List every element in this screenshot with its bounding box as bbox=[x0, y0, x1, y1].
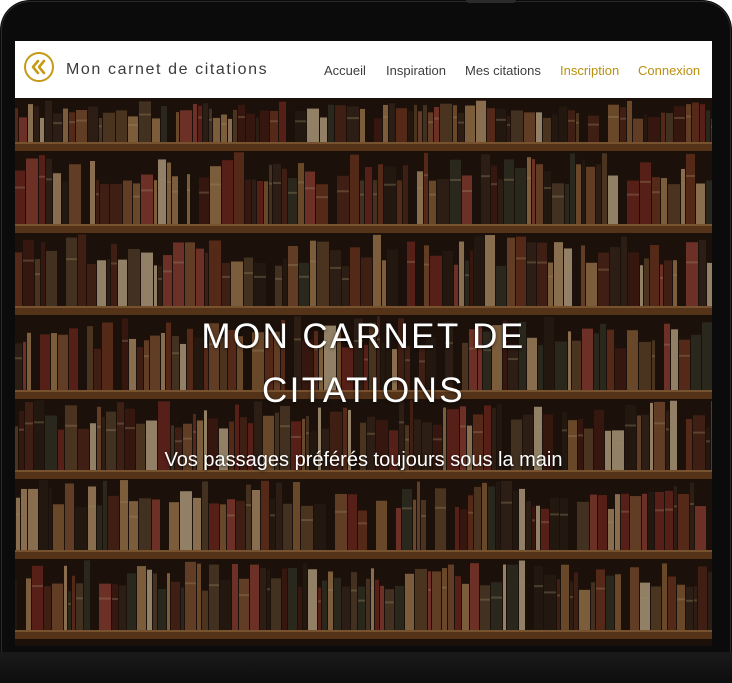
navbar: Mon carnet de citations Accueil Inspirat… bbox=[15, 41, 712, 98]
nav-link-mes-citations[interactable]: Mes citations bbox=[465, 63, 541, 78]
nav-link-accueil[interactable]: Accueil bbox=[324, 63, 366, 78]
double-chevron-left-icon bbox=[31, 59, 46, 75]
hero-title: MON CARNET DE CITATIONS bbox=[15, 310, 712, 418]
logo[interactable] bbox=[24, 52, 54, 82]
laptop-base bbox=[0, 652, 732, 683]
nav-link-inspiration[interactable]: Inspiration bbox=[386, 63, 446, 78]
hero-title-line1: MON CARNET DE bbox=[201, 317, 526, 356]
nav-link-connexion[interactable]: Connexion bbox=[638, 63, 700, 78]
nav-link-inscription[interactable]: Inscription bbox=[560, 63, 619, 78]
hero-subtitle: Vos passages préférés toujours sous la m… bbox=[164, 449, 563, 471]
laptop-frame: Mon carnet de citations Accueil Inspirat… bbox=[0, 0, 732, 683]
camera-notch bbox=[466, 0, 516, 3]
hero-section: MON CARNET DE CITATIONS Vos passages pré… bbox=[15, 98, 712, 646]
screen: Mon carnet de citations Accueil Inspirat… bbox=[15, 41, 712, 646]
hero-title-line2: CITATIONS bbox=[261, 371, 466, 410]
brand-name[interactable]: Mon carnet de citations bbox=[66, 61, 268, 79]
